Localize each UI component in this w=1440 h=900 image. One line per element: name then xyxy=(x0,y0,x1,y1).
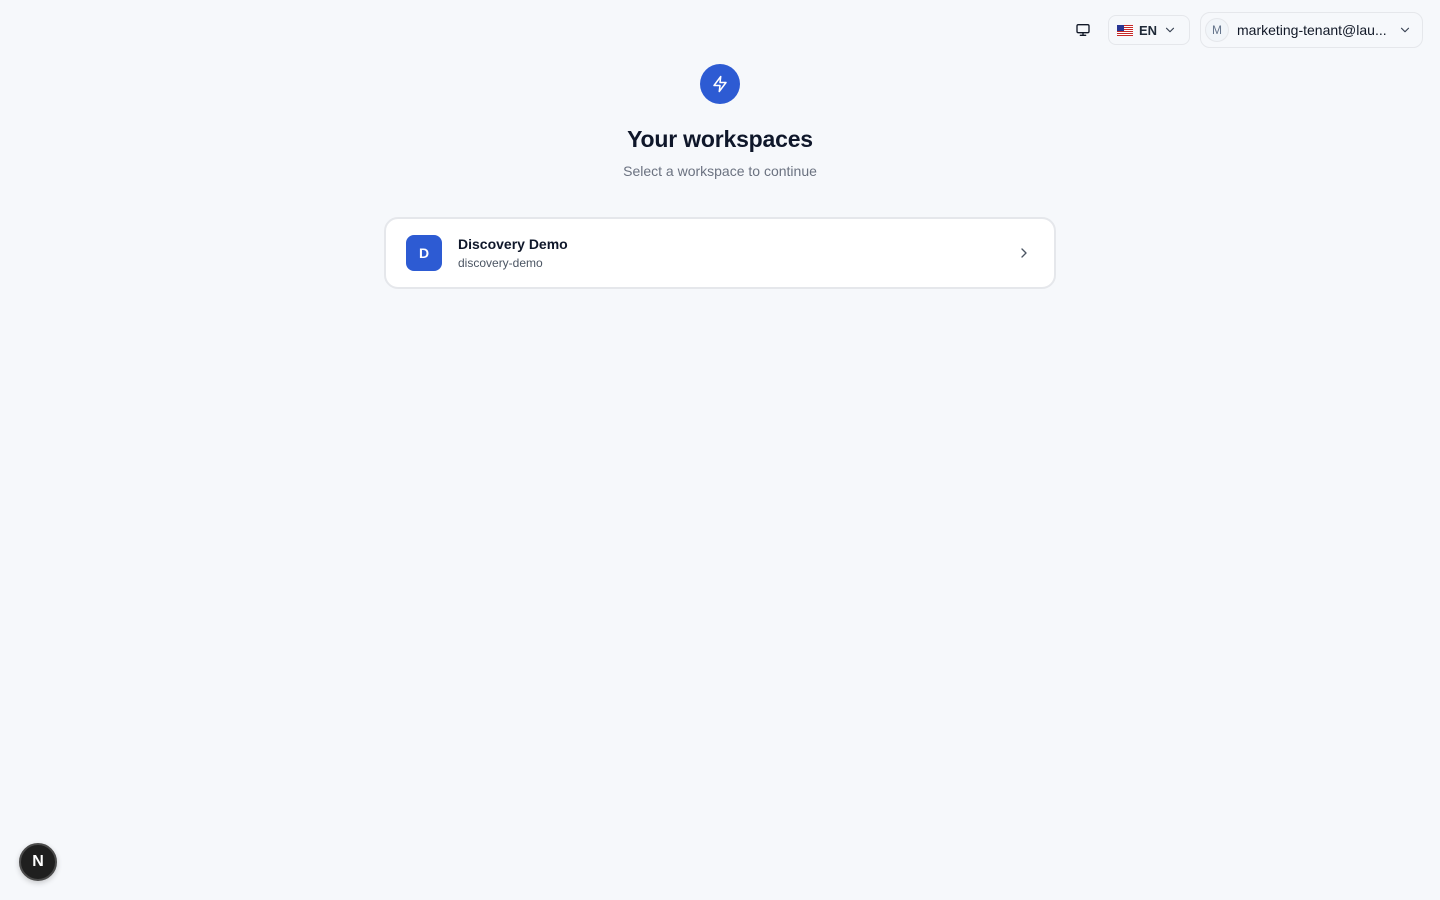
chevron-down-icon xyxy=(1400,27,1410,33)
monitor-icon xyxy=(1076,23,1090,36)
workspace-info: Discovery Demo discovery-demo xyxy=(458,236,1016,270)
user-avatar: M xyxy=(1205,18,1229,42)
chevron-right-icon xyxy=(1021,248,1027,258)
chevron-down-icon xyxy=(1165,27,1175,33)
workspace-card[interactable]: D Discovery Demo discovery-demo xyxy=(384,217,1056,289)
logo xyxy=(700,64,740,104)
language-code: EN xyxy=(1138,22,1157,38)
page-title: Your workspaces xyxy=(627,126,813,152)
workspace-header: Your workspaces Select a workspace to co… xyxy=(0,64,1440,179)
dev-tools-badge[interactable]: N xyxy=(19,843,57,881)
theme-toggle-button[interactable] xyxy=(1068,15,1098,45)
us-flag-icon xyxy=(1116,24,1133,36)
user-email: marketing-tenant@lau... xyxy=(1237,22,1387,38)
top-bar: EN M marketing-tenant@lau... xyxy=(1068,12,1423,48)
user-menu-button[interactable]: M marketing-tenant@lau... xyxy=(1200,12,1423,48)
workspace-slug: discovery-demo xyxy=(458,256,543,270)
page-subtitle: Select a workspace to continue xyxy=(623,163,817,179)
lightning-icon xyxy=(713,75,727,93)
workspace-name: Discovery Demo xyxy=(458,236,568,252)
workspace-avatar: D xyxy=(406,235,442,271)
language-selector[interactable]: EN xyxy=(1107,15,1190,45)
